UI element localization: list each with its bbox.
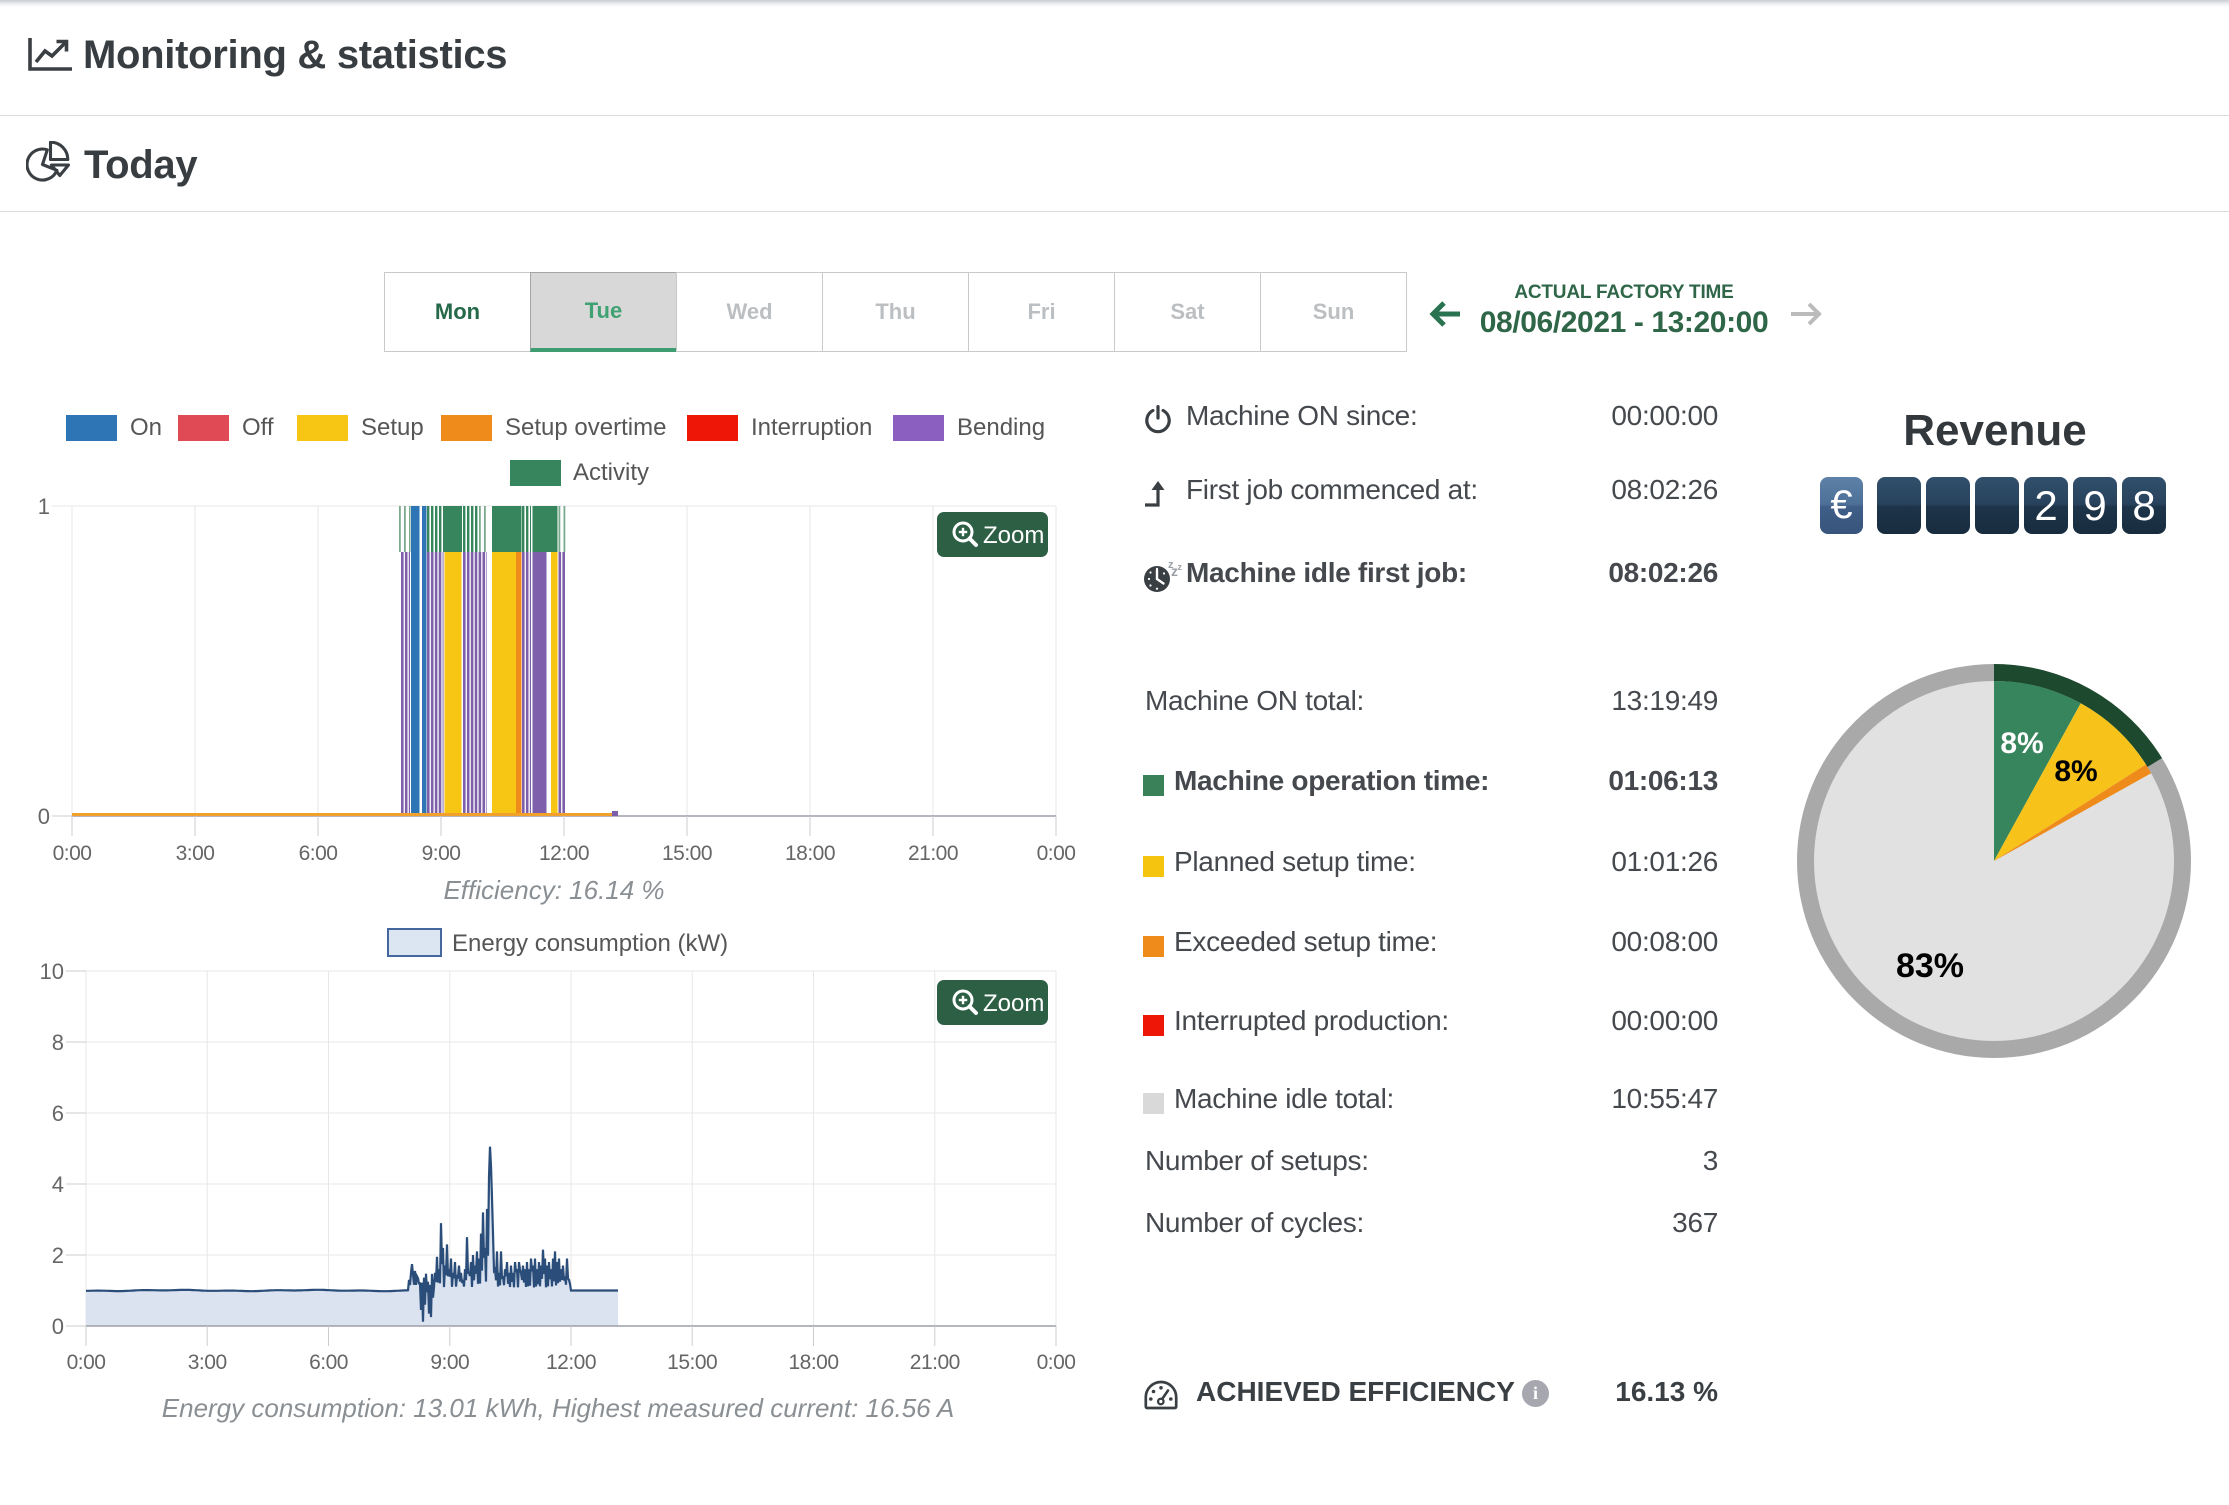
- svg-text:0:00: 0:00: [67, 1351, 106, 1374]
- svg-text:15:00: 15:00: [667, 1351, 717, 1374]
- svg-text:0: 0: [52, 1314, 64, 1339]
- svg-text:z: z: [1178, 562, 1183, 572]
- svg-text:83%: 83%: [1896, 947, 1964, 985]
- svg-text:9:00: 9:00: [422, 842, 461, 865]
- svg-text:21:00: 21:00: [908, 842, 958, 865]
- svg-text:6:00: 6:00: [309, 1351, 348, 1374]
- svg-text:3:00: 3:00: [188, 1351, 227, 1374]
- svg-text:Zoom: Zoom: [983, 522, 1044, 549]
- svg-text:Energy consumption (kW): Energy consumption (kW): [452, 930, 728, 957]
- svg-text:6:00: 6:00: [299, 842, 338, 865]
- svg-text:0:00: 0:00: [1037, 842, 1076, 865]
- svg-text:3:00: 3:00: [176, 842, 215, 865]
- svg-text:0: 0: [38, 804, 50, 829]
- svg-text:1: 1: [38, 494, 50, 519]
- svg-text:8%: 8%: [2000, 727, 2043, 760]
- svg-text:0:00: 0:00: [1037, 1351, 1076, 1374]
- svg-text:18:00: 18:00: [785, 842, 835, 865]
- svg-text:9:00: 9:00: [430, 1351, 469, 1374]
- svg-text:8%: 8%: [2054, 755, 2097, 788]
- svg-text:0:00: 0:00: [53, 842, 92, 865]
- svg-text:12:00: 12:00: [546, 1351, 596, 1374]
- svg-text:15:00: 15:00: [662, 842, 712, 865]
- svg-text:Zoom: Zoom: [983, 990, 1044, 1017]
- svg-text:Energy consumption: 13.01 kWh,: Energy consumption: 13.01 kWh, Highest m…: [162, 1393, 954, 1423]
- svg-text:4: 4: [52, 1172, 64, 1197]
- svg-text:8: 8: [52, 1030, 64, 1055]
- svg-text:18:00: 18:00: [788, 1351, 838, 1374]
- svg-text:10: 10: [40, 959, 64, 984]
- svg-text:2: 2: [52, 1243, 64, 1268]
- svg-text:21:00: 21:00: [910, 1351, 960, 1374]
- svg-text:6: 6: [52, 1101, 64, 1126]
- svg-text:12:00: 12:00: [539, 842, 589, 865]
